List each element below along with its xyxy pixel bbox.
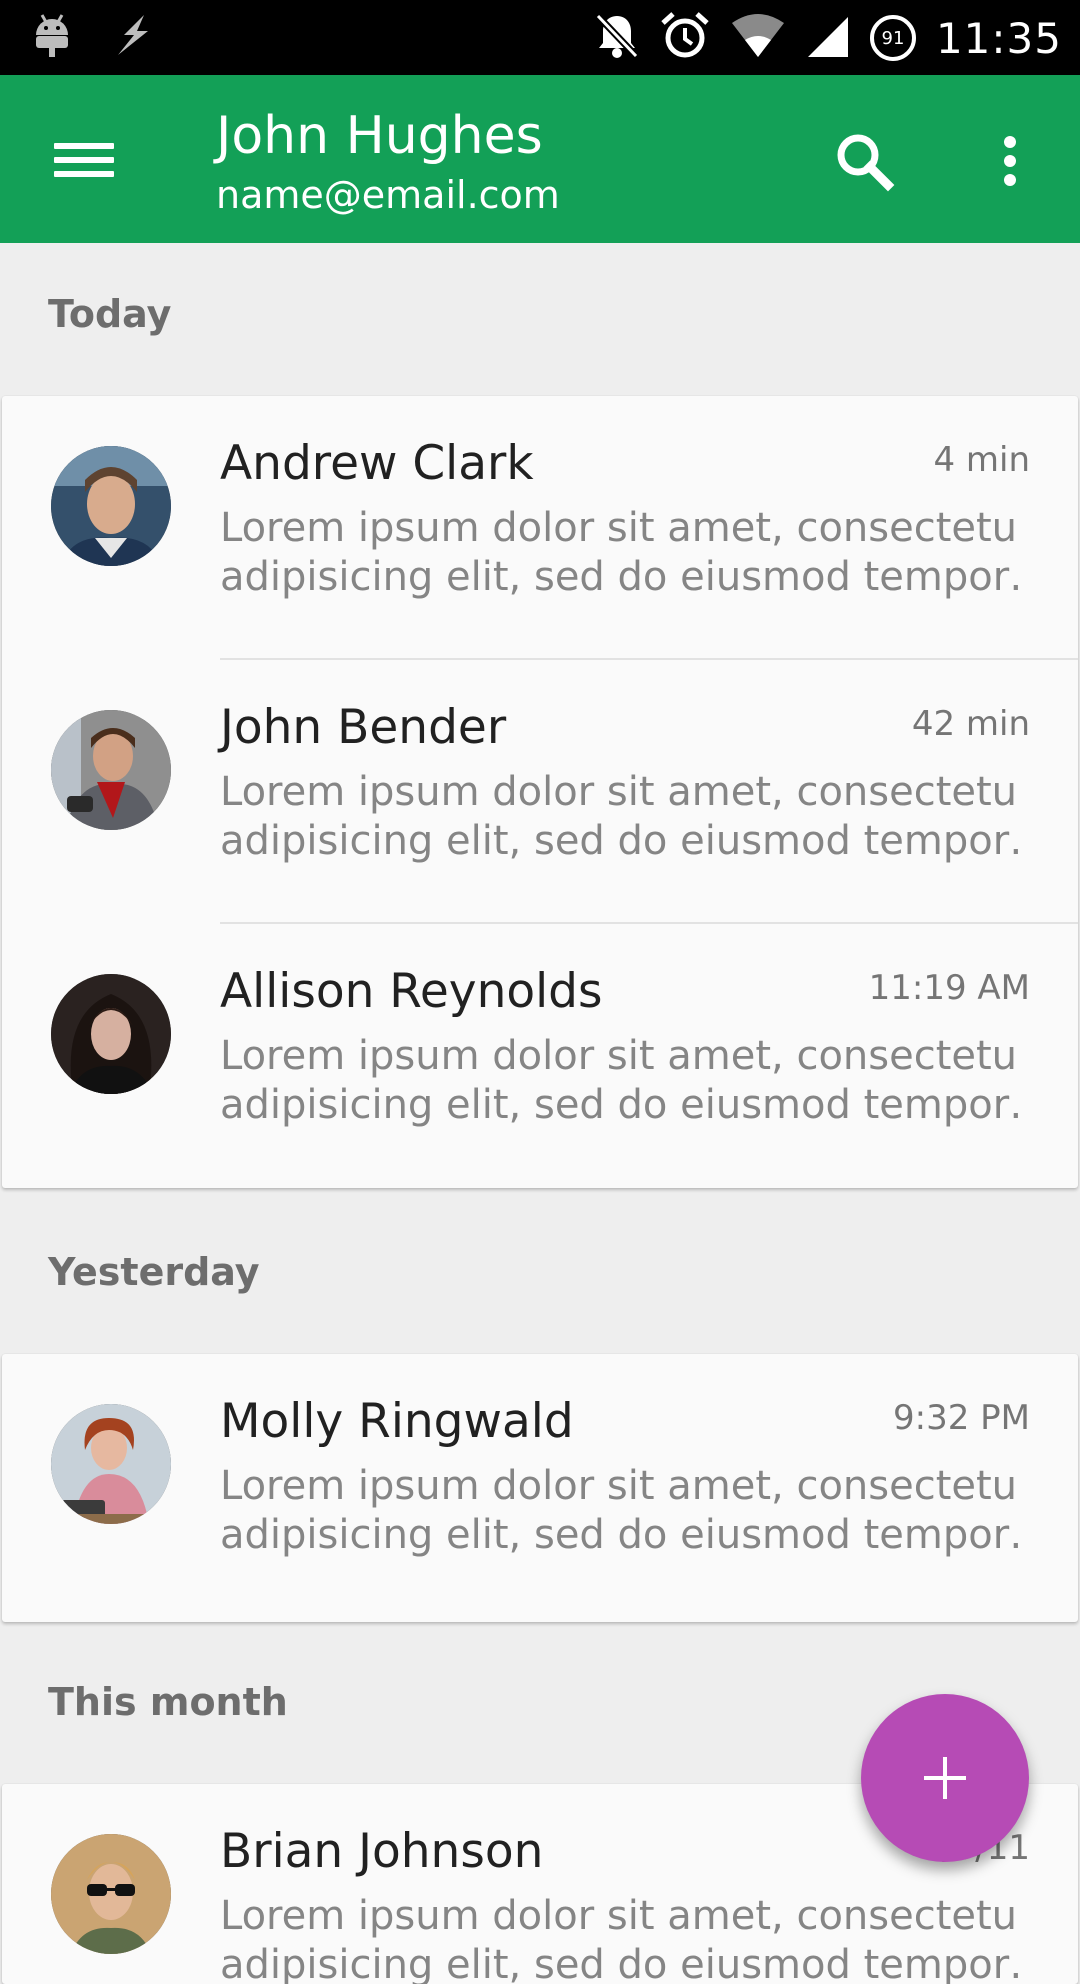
- sender-name: Andrew Clark: [220, 436, 534, 491]
- message-snippet: Lorem ipsum dolor sit amet, consectetur …: [220, 1032, 1020, 1130]
- snippet-line-1: Lorem ipsum dolor sit amet, consectetur: [220, 1033, 1020, 1079]
- compose-fab[interactable]: [861, 1694, 1029, 1862]
- message-item[interactable]: Allison Reynolds 11:19 AM Lorem ipsum do…: [2, 924, 1078, 1188]
- message-item[interactable]: John Bender 42 min Lorem ipsum dolor sit…: [2, 660, 1078, 924]
- add-icon: [924, 1757, 966, 1799]
- signal-icon: [806, 13, 850, 63]
- alarm-icon: [660, 11, 710, 65]
- snippet-line-1: Lorem ipsum dolor sit amet, consectetur: [220, 769, 1020, 815]
- message-time: 11:19 AM: [868, 968, 1030, 1008]
- message-snippet: Lorem ipsum dolor sit amet, consectetur …: [220, 768, 1020, 866]
- notifications-off-icon: [594, 12, 640, 64]
- avatar: [51, 710, 171, 830]
- android-icon: [32, 13, 72, 61]
- account-header: John Hughes name@email.com: [216, 103, 560, 221]
- sender-name: Molly Ringwald: [220, 1394, 574, 1449]
- search-icon: [837, 134, 895, 192]
- snippet-line-2: adipisicing elit, sed do eiusmod tempor…: [220, 818, 1020, 864]
- snippet-line-2: adipisicing elit, sed do eiusmod tempor…: [220, 1512, 1020, 1558]
- battery-level: 91: [881, 27, 905, 49]
- account-email: name@email.com: [216, 173, 560, 217]
- message-snippet: Lorem ipsum dolor sit amet, consectetur …: [220, 1892, 1020, 1984]
- snippet-line-1: Lorem ipsum dolor sit amet, consectetur: [220, 505, 1020, 551]
- avatar: [51, 974, 171, 1094]
- message-card-yesterday: Molly Ringwald 9:32 PM Lorem ipsum dolor…: [2, 1354, 1078, 1622]
- sender-name: Brian Johnson: [220, 1824, 544, 1879]
- avatar: [51, 1404, 171, 1524]
- message-item[interactable]: Andrew Clark 4 min Lorem ipsum dolor sit…: [2, 396, 1078, 660]
- account-name: John Hughes: [216, 106, 543, 166]
- clock: 11:35: [935, 13, 1062, 63]
- message-time: 9:32 PM: [893, 1398, 1030, 1438]
- message-time: 4 min: [933, 440, 1030, 480]
- sender-name: Allison Reynolds: [220, 964, 603, 1019]
- menu-button[interactable]: [42, 125, 126, 193]
- avatar: [51, 446, 171, 566]
- snippet-line-1: Lorem ipsum dolor sit amet, consectetur: [220, 1893, 1020, 1939]
- message-time: 42 min: [911, 704, 1030, 744]
- message-snippet: Lorem ipsum dolor sit amet, consectetur …: [220, 504, 1020, 602]
- sender-name: John Bender: [220, 700, 507, 755]
- bolt-icon: [110, 13, 156, 61]
- status-bar: 91 11:35: [0, 0, 1080, 75]
- message-card-today: Andrew Clark 4 min Lorem ipsum dolor sit…: [2, 396, 1078, 1188]
- more-options-button[interactable]: [968, 123, 1048, 199]
- section-header-today: Today: [48, 292, 172, 336]
- avatar: [51, 1834, 171, 1954]
- wifi-icon: [730, 13, 786, 63]
- message-item[interactable]: Molly Ringwald 9:32 PM Lorem ipsum dolor…: [2, 1354, 1078, 1618]
- section-header-yesterday: Yesterday: [48, 1250, 260, 1294]
- snippet-line-2: adipisicing elit, sed do eiusmod tempor…: [220, 1082, 1020, 1128]
- snippet-line-2: adipisicing elit, sed do eiusmod tempor…: [220, 1942, 1020, 1984]
- battery-icon: 91: [869, 15, 916, 61]
- app-bar: John Hughes name@email.com: [0, 75, 1080, 243]
- snippet-line-1: Lorem ipsum dolor sit amet, consectetur: [220, 1463, 1020, 1509]
- snippet-line-2: adipisicing elit, sed do eiusmod tempor…: [220, 554, 1020, 600]
- message-snippet: Lorem ipsum dolor sit amet, consectetur …: [220, 1462, 1020, 1560]
- section-header-this-month: This month: [48, 1680, 288, 1724]
- search-button[interactable]: [826, 123, 902, 199]
